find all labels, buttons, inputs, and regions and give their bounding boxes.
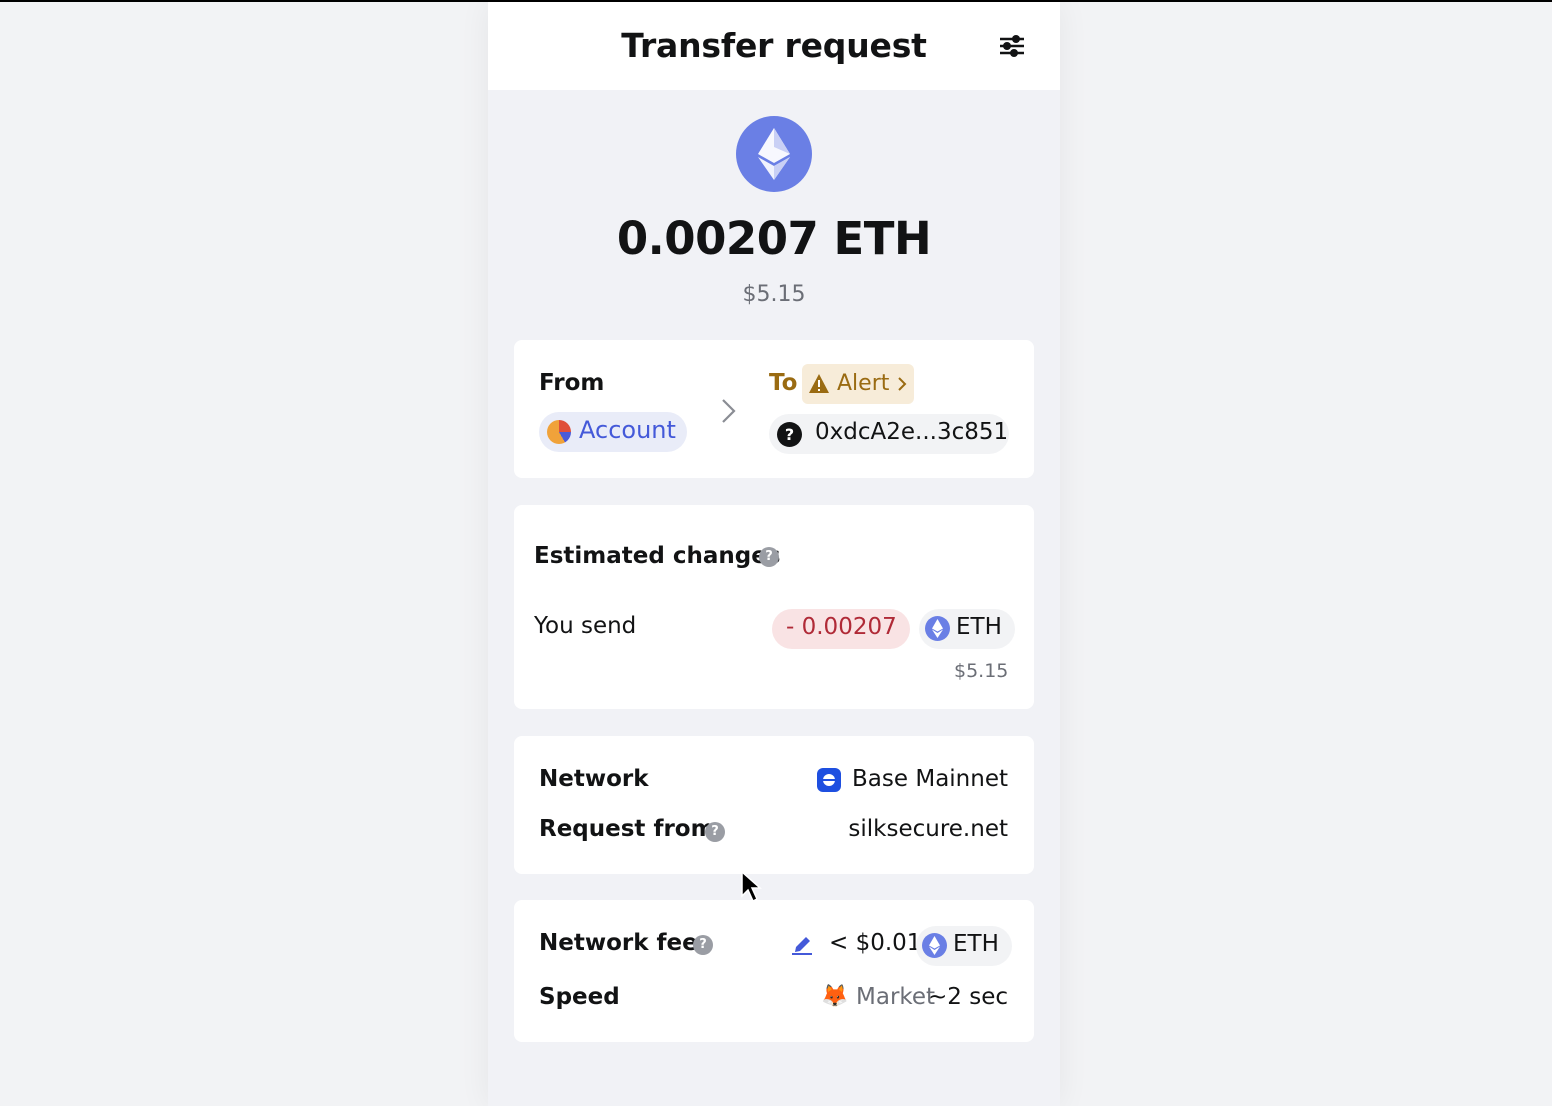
help-icon[interactable]: ? <box>693 935 713 955</box>
to-address: 0xdcA2e...3c851 <box>815 419 1009 445</box>
send-amount-pill: - 0.00207 <box>772 609 910 649</box>
to-label: To <box>769 370 798 396</box>
help-icon[interactable]: ? <box>759 547 779 567</box>
send-amount: - 0.00207 <box>786 614 897 640</box>
accounts-card: From Account To Alert ? 0xdcA2e...3c851 <box>514 340 1034 478</box>
request-from-value: silksecure.net <box>848 816 1008 842</box>
from-label: From <box>539 370 605 396</box>
alert-label: Alert <box>837 371 890 396</box>
from-account-pill[interactable]: Account <box>539 412 687 452</box>
alert-button[interactable]: Alert <box>802 364 914 404</box>
base-network-icon <box>817 768 841 792</box>
network-details-card: Network Base Mainnet Request from ? silk… <box>514 736 1034 874</box>
you-send-label: You send <box>534 613 637 639</box>
estimated-changes-title: Estimated changes <box>534 543 781 569</box>
fee-token-symbol: ETH <box>953 931 999 957</box>
fox-icon: 🦊 <box>821 984 849 1009</box>
speed-time: ~2 sec <box>928 984 1008 1010</box>
ethereum-icon <box>925 616 950 641</box>
chevron-right-icon <box>898 377 907 391</box>
transfer-fiat-value: $5.15 <box>742 282 806 307</box>
token-pill[interactable]: ETH <box>919 609 1015 649</box>
network-value: Base Mainnet <box>852 766 1008 792</box>
edit-icon[interactable] <box>790 932 814 956</box>
chevron-right-icon <box>717 396 739 426</box>
network-label: Network <box>539 766 649 792</box>
page-title: Transfer request <box>621 26 927 65</box>
speed-label: Speed <box>539 984 620 1010</box>
network-fee-value: < $0.01 <box>829 930 922 956</box>
confirmation-panel: Transfer request 0.00207 ETH $5.15 From … <box>488 2 1060 1106</box>
account-avatar <box>547 420 571 444</box>
ethereum-icon <box>736 116 812 192</box>
header: Transfer request <box>488 2 1060 90</box>
sliders-icon[interactable] <box>996 30 1028 62</box>
send-fiat-value: $5.15 <box>954 660 1009 682</box>
speed-market: Market <box>856 984 936 1010</box>
background <box>0 2 488 1106</box>
ethereum-icon <box>922 933 947 958</box>
transfer-amount: 0.00207 ETH <box>616 212 932 265</box>
network-fee-label: Network fee <box>539 930 698 956</box>
estimated-changes-card: Estimated changes ? You send - 0.00207 E… <box>514 505 1034 709</box>
token-symbol: ETH <box>956 614 1002 640</box>
request-from-label: Request from <box>539 816 715 842</box>
from-account-name: Account <box>579 416 676 444</box>
unknown-address-icon: ? <box>777 422 802 447</box>
to-address-pill[interactable]: ? 0xdcA2e...3c851 <box>769 414 1009 454</box>
network-fee-card: Network fee ? < $0.01 ETH Speed 🦊 Market… <box>514 900 1034 1042</box>
warning-icon <box>809 374 829 393</box>
fee-token-pill[interactable]: ETH <box>916 926 1012 966</box>
help-icon[interactable]: ? <box>705 822 725 842</box>
